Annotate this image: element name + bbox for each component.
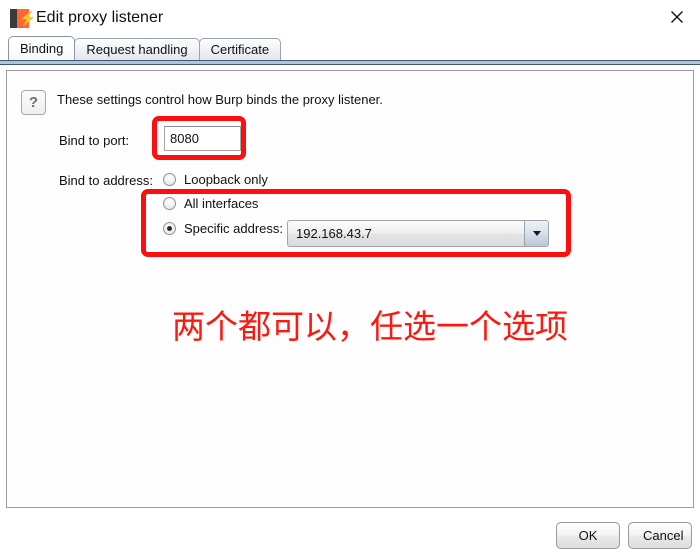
window-title: Edit proxy listener [36,9,164,26]
radio-all-interfaces[interactable]: All interfaces [163,196,258,211]
tab-strip: Binding Request handling Certificate [0,36,700,65]
specific-address-value: 192.168.43.7 [296,226,372,241]
bind-to-port-label: Bind to port: [59,133,130,148]
tab-binding[interactable]: Binding [8,36,76,60]
burp-icon-left-block [10,9,17,28]
tab-request-handling[interactable]: Request handling [74,38,200,60]
dialog-footer: OK Cancel [0,508,700,556]
radio-specific-address-indicator [163,222,176,235]
bind-to-port-input[interactable] [164,126,241,151]
radio-loopback-only[interactable]: Loopback only [163,172,268,187]
question-mark-icon[interactable]: ? [21,90,46,115]
radio-specific-address[interactable]: Specific address: [163,221,283,236]
radio-specific-address-label: Specific address: [184,221,283,236]
bind-to-address-label: Bind to address: [59,173,153,188]
panel-description: These settings control how Burp binds th… [57,92,383,107]
tab-certificate[interactable]: Certificate [198,38,282,60]
radio-loopback-only-label: Loopback only [184,172,268,187]
ok-button[interactable]: OK [556,522,620,549]
burp-suite-icon: ⚡ [10,9,37,28]
window-titlebar: ⚡ Edit proxy listener [0,0,700,36]
binding-settings-panel: ? These settings control how Burp binds … [6,70,694,508]
annotation-note-text: 两个都可以，任选一个选项 [172,307,568,346]
cancel-button[interactable]: Cancel [628,522,692,549]
specific-address-dropdown[interactable]: 192.168.43.7 [287,220,549,247]
close-icon[interactable] [654,0,700,33]
burp-icon-bolt: ⚡ [19,10,37,26]
radio-all-interfaces-label: All interfaces [184,196,259,211]
radio-loopback-only-indicator [163,173,176,186]
radio-all-interfaces-indicator [163,197,176,210]
chevron-down-icon[interactable] [524,221,548,246]
tab-list: Binding Request handling Certificate [8,36,282,60]
